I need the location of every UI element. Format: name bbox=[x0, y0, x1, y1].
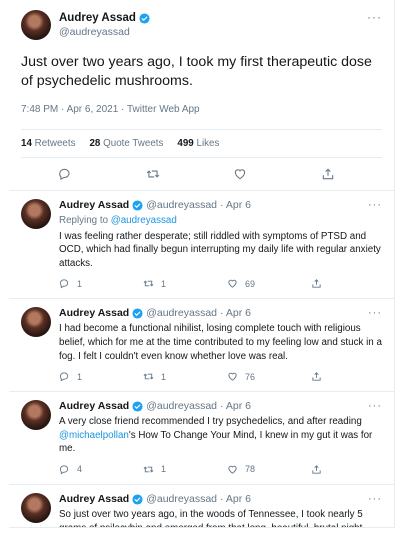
reply-actions: 1 1 69 bbox=[59, 278, 382, 298]
main-tweet: Audrey Assad @audreyassad ··· Just over … bbox=[9, 0, 394, 190]
like-count: 69 bbox=[245, 278, 256, 289]
tweet-date[interactable]: · Apr 6 bbox=[220, 307, 251, 320]
author-handle[interactable]: @audreyassad bbox=[146, 307, 217, 320]
tweet-thread: Audrey Assad @audreyassad ··· Just over … bbox=[9, 0, 395, 528]
avatar[interactable] bbox=[21, 10, 51, 40]
avatar[interactable] bbox=[21, 307, 51, 338]
more-options-icon[interactable]: ··· bbox=[368, 493, 382, 505]
verified-badge-icon bbox=[132, 200, 143, 211]
author-handle[interactable]: @audreyassad bbox=[146, 400, 217, 413]
author-name[interactable]: Audrey Assad bbox=[59, 493, 129, 506]
replying-to: Replying to @audreyassad bbox=[59, 215, 177, 226]
more-options-icon[interactable]: ··· bbox=[368, 400, 382, 412]
verified-badge-icon bbox=[132, 308, 143, 319]
author-handle[interactable]: @audreyassad bbox=[146, 199, 217, 212]
verified-badge-icon bbox=[132, 494, 143, 505]
tweet-date[interactable]: · Apr 6 bbox=[220, 400, 251, 413]
retweet-icon[interactable] bbox=[146, 167, 160, 181]
quotes-stat[interactable]: 28 Quote Tweets bbox=[89, 138, 163, 149]
share-icon[interactable] bbox=[321, 167, 335, 181]
reply-tweet[interactable]: Audrey Assad @audreyassad · Apr 6 So jus… bbox=[9, 485, 394, 527]
replying-to-link[interactable]: @audreyassad bbox=[111, 215, 177, 226]
avatar[interactable] bbox=[21, 199, 51, 229]
reply-actions: 1 1 76 bbox=[59, 371, 382, 391]
share-icon[interactable] bbox=[311, 278, 322, 289]
reply-tweet[interactable]: Audrey Assad @audreyassad · Apr 6 A very… bbox=[9, 392, 394, 484]
main-tweet-actions bbox=[21, 158, 382, 190]
verified-badge-icon bbox=[139, 12, 150, 24]
like-icon[interactable] bbox=[227, 464, 238, 475]
tweet-text: So just over two years ago, in the woods… bbox=[59, 508, 363, 527]
author-handle[interactable]: @audreyassad bbox=[146, 493, 217, 506]
author-name[interactable]: Audrey Assad bbox=[59, 400, 129, 413]
mention-link[interactable]: @michaelpollan bbox=[59, 430, 129, 441]
tweet-date[interactable]: · Apr 6 bbox=[220, 199, 251, 212]
share-icon[interactable] bbox=[311, 371, 322, 382]
like-icon[interactable] bbox=[227, 371, 238, 382]
author-handle[interactable]: @audreyassad bbox=[59, 25, 150, 39]
more-options-icon[interactable]: ··· bbox=[368, 199, 382, 211]
author-name[interactable]: Audrey Assad bbox=[59, 199, 129, 212]
reply-icon[interactable] bbox=[58, 167, 72, 181]
like-count: 78 bbox=[245, 464, 256, 475]
author-name[interactable]: Audrey Assad bbox=[59, 11, 136, 25]
reply-icon[interactable] bbox=[59, 464, 70, 475]
retweet-count: 1 bbox=[161, 371, 167, 382]
tweet-date[interactable]: · Apr 6 bbox=[220, 493, 251, 506]
reply-count: 1 bbox=[77, 278, 83, 289]
more-options-icon[interactable]: ··· bbox=[368, 307, 382, 319]
reply-tweet[interactable]: Audrey Assad @audreyassad · Apr 6 Replyi… bbox=[9, 191, 394, 298]
retweet-icon[interactable] bbox=[143, 278, 154, 289]
avatar[interactable] bbox=[21, 492, 51, 523]
reply-icon[interactable] bbox=[59, 278, 70, 289]
avatar[interactable] bbox=[21, 400, 51, 431]
tweet-text: I had become a functional nihilist, losi… bbox=[59, 323, 382, 362]
reply-icon[interactable] bbox=[59, 371, 70, 382]
reply-count: 1 bbox=[77, 371, 83, 382]
share-icon[interactable] bbox=[311, 464, 322, 475]
like-icon[interactable] bbox=[227, 278, 238, 289]
retweet-icon[interactable] bbox=[143, 464, 154, 475]
reply-tweet[interactable]: Audrey Assad @audreyassad · Apr 6 I had … bbox=[9, 299, 394, 391]
tweet-timestamp[interactable]: 7:48 PM · Apr 6, 2021 · Twitter Web App bbox=[21, 104, 382, 115]
tweet-text: I was feeling rather desperate; still ri… bbox=[59, 230, 381, 269]
reply-actions: 4 1 78 bbox=[59, 464, 382, 484]
retweets-stat[interactable]: 14 Retweets bbox=[21, 138, 75, 149]
main-tweet-header: Audrey Assad @audreyassad ··· bbox=[21, 10, 382, 40]
retweet-count: 1 bbox=[161, 464, 167, 475]
retweet-count: 1 bbox=[161, 278, 167, 289]
author-name[interactable]: Audrey Assad bbox=[59, 307, 129, 320]
tweet-text: A very close friend recommended I try ps… bbox=[59, 416, 373, 455]
likes-stat[interactable]: 499 Likes bbox=[177, 138, 219, 149]
tweet-stats: 14 Retweets 28 Quote Tweets 499 Likes bbox=[21, 129, 382, 158]
like-count: 76 bbox=[245, 371, 256, 382]
tweet-text: Just over two years ago, I took my first… bbox=[21, 54, 372, 89]
verified-badge-icon bbox=[132, 401, 143, 412]
more-options-icon[interactable]: ··· bbox=[367, 10, 382, 24]
retweet-icon[interactable] bbox=[143, 371, 154, 382]
reply-count: 4 bbox=[77, 464, 83, 475]
like-icon[interactable] bbox=[233, 167, 247, 181]
